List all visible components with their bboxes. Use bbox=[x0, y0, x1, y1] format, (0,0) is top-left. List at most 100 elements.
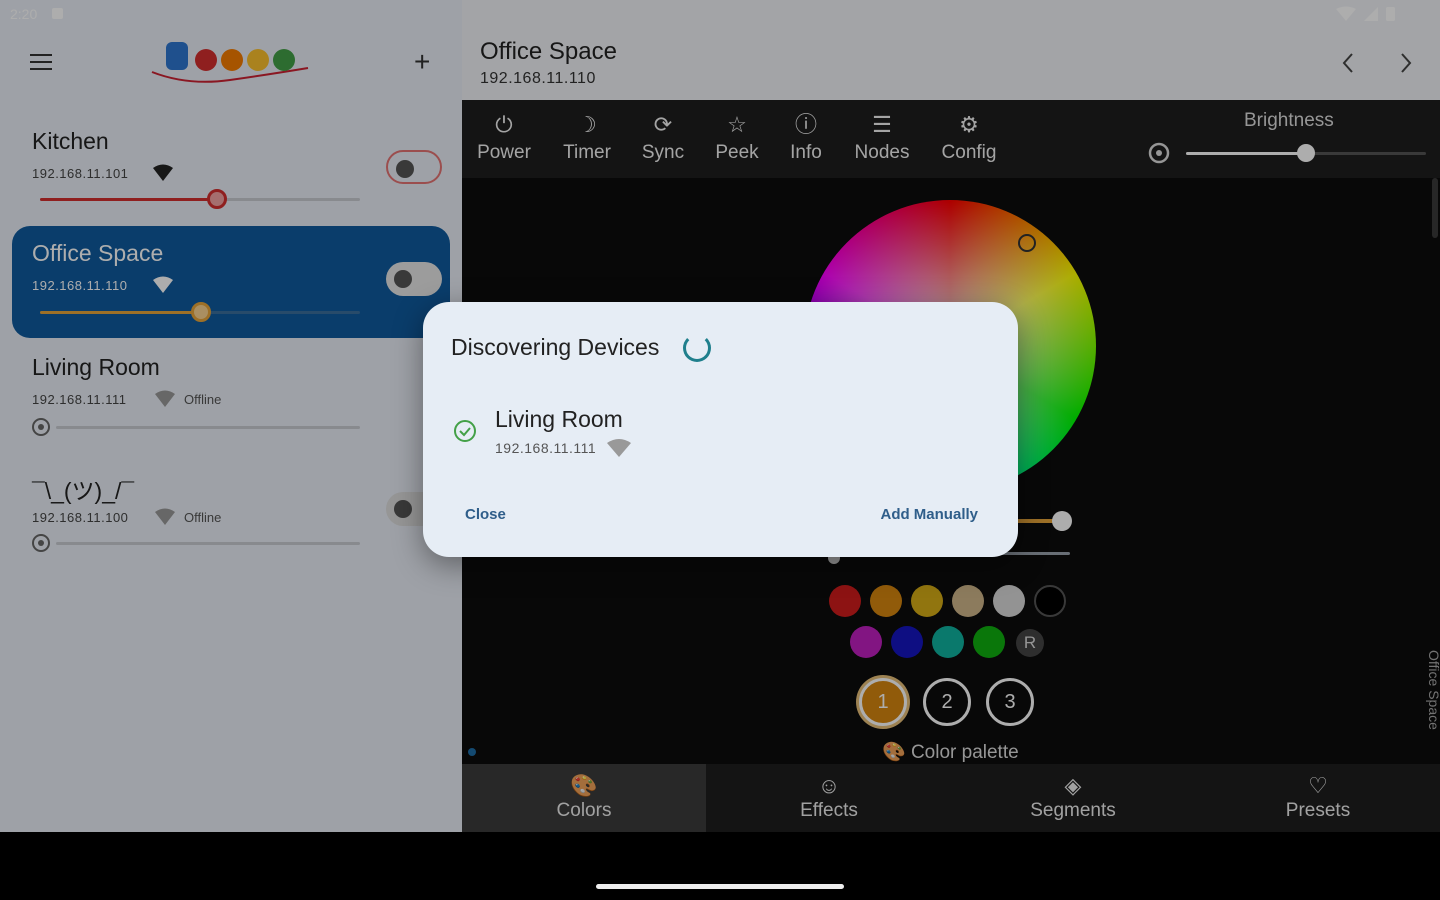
tab-effects[interactable]: ☺ Effects bbox=[707, 764, 951, 832]
star-icon: ☆ bbox=[727, 112, 747, 137]
tab-presets[interactable]: ♡ Presets bbox=[1196, 764, 1440, 832]
discovered-device-address: 192.168.11.111 bbox=[495, 440, 597, 456]
home-gesture-bar[interactable] bbox=[596, 884, 844, 889]
status-icons bbox=[1336, 6, 1395, 21]
dialog-title: Discovering Devices bbox=[451, 334, 660, 360]
color-slot-3[interactable]: 3 bbox=[986, 678, 1034, 726]
device-card-office-space[interactable]: Office Space 192.168.11.110 bbox=[12, 226, 450, 338]
menu-icon[interactable] bbox=[30, 54, 52, 72]
brightness-label: Brightness bbox=[1244, 110, 1334, 131]
segment-side-label: Office Space bbox=[1426, 650, 1440, 730]
color-swatch[interactable] bbox=[952, 585, 984, 617]
device-address: 192.168.11.100 bbox=[32, 510, 129, 525]
add-device-icon[interactable]: + bbox=[414, 48, 430, 76]
color-slot-2[interactable]: 2 bbox=[923, 678, 971, 726]
device-name: ¯\_(ツ)_/¯ bbox=[32, 478, 135, 504]
color-swatch[interactable] bbox=[829, 585, 861, 617]
gear-icon[interactable] bbox=[1146, 140, 1172, 166]
slider-thumb[interactable] bbox=[207, 189, 227, 209]
color-swatch[interactable] bbox=[993, 585, 1025, 617]
wled-logo bbox=[151, 42, 309, 83]
wifi-icon bbox=[153, 164, 173, 181]
discovery-dialog: Discovering Devices Living Room 192.168.… bbox=[423, 302, 1018, 557]
config-button[interactable]: ⚙ Config bbox=[940, 110, 998, 164]
nodes-button[interactable]: ☰ Nodes bbox=[852, 110, 912, 164]
slider-thumb[interactable] bbox=[1052, 511, 1072, 531]
device-card-living-room[interactable]: Living Room 192.168.11.111 Offline bbox=[12, 340, 450, 452]
loading-spinner-icon bbox=[683, 334, 711, 362]
color-swatch[interactable] bbox=[850, 626, 882, 658]
page-indicator bbox=[468, 748, 476, 756]
app-root: 2:20 + Kitchen 192.168.11.101 Office Spa… bbox=[0, 0, 1440, 900]
page-subtitle: 192.168.11.110 bbox=[480, 70, 596, 87]
left-header: + bbox=[0, 28, 462, 100]
tab-colors[interactable]: 🎨 Colors bbox=[462, 764, 706, 832]
color-palette-label[interactable]: 🎨 Color palette bbox=[882, 740, 1019, 764]
random-color-button[interactable]: R bbox=[1016, 629, 1044, 657]
power-icon: ⏻ bbox=[495, 112, 513, 137]
device-address: 192.168.11.111 bbox=[32, 392, 127, 407]
device-name: Office Space bbox=[32, 240, 164, 266]
device-address: 192.168.11.101 bbox=[32, 166, 129, 181]
device-card-kitchen[interactable]: Kitchen 192.168.11.101 bbox=[12, 114, 450, 226]
device-header: Office Space 192.168.11.110 bbox=[462, 0, 1440, 100]
wifi-off-icon bbox=[155, 508, 175, 525]
system-nav-bar bbox=[0, 832, 1440, 900]
color-swatch[interactable] bbox=[973, 626, 1005, 658]
sync-button[interactable]: ⟳ Sync bbox=[640, 110, 686, 164]
tab-segments[interactable]: ◈ Segments bbox=[951, 764, 1195, 832]
power-toggle[interactable] bbox=[386, 262, 442, 296]
color-picker-cursor[interactable] bbox=[1018, 234, 1036, 252]
status-bar: 2:20 bbox=[0, 0, 462, 28]
brightness-slider[interactable] bbox=[40, 189, 360, 209]
color-swatch[interactable] bbox=[932, 626, 964, 658]
color-swatch[interactable] bbox=[911, 585, 943, 617]
color-swatch[interactable] bbox=[870, 585, 902, 617]
offline-label: Offline bbox=[184, 392, 222, 407]
page-title: Office Space bbox=[480, 38, 617, 65]
color-swatch[interactable] bbox=[1034, 585, 1066, 617]
chevron-right-icon[interactable] bbox=[1396, 48, 1416, 78]
info-button[interactable]: ⓘ Info bbox=[788, 110, 824, 164]
close-button[interactable]: Close bbox=[465, 506, 506, 523]
palette-icon: 🎨 bbox=[882, 742, 906, 763]
gear-icon: ⚙ bbox=[959, 112, 979, 137]
add-manually-button[interactable]: Add Manually bbox=[880, 506, 978, 523]
sync-icon: ⟳ bbox=[653, 112, 673, 137]
scrollbar[interactable] bbox=[1432, 178, 1438, 238]
slider-thumb[interactable] bbox=[1297, 144, 1315, 162]
wifi-off-icon bbox=[155, 390, 175, 407]
top-toolbar: ⏻ Power ☽ Timer ⟳ Sync ☆ Peek ⓘ Info ☰ Nodes ⚙… bbox=[462, 100, 1440, 178]
layers-icon: ◈ bbox=[1064, 773, 1082, 798]
info-icon: ⓘ bbox=[794, 112, 817, 137]
list-icon: ☰ bbox=[872, 112, 892, 137]
power-toggle[interactable] bbox=[386, 150, 442, 184]
check-circle-icon bbox=[454, 420, 476, 442]
device-name: Kitchen bbox=[32, 128, 109, 154]
power-button[interactable]: ⏻ Power bbox=[476, 110, 532, 164]
notification-icon bbox=[52, 8, 63, 19]
wifi-off-icon bbox=[607, 439, 631, 457]
palette-icon: 🎨 bbox=[570, 773, 598, 798]
moon-icon: ☽ bbox=[577, 112, 597, 137]
brightness-slider[interactable] bbox=[1186, 144, 1426, 162]
device-card-shrug[interactable]: ¯\_(ツ)_/¯ 192.168.11.100 Offline bbox=[12, 458, 450, 570]
chevron-left-icon[interactable] bbox=[1338, 48, 1358, 78]
wifi-icon bbox=[153, 276, 173, 293]
gear-icon bbox=[32, 534, 50, 552]
color-slot-1[interactable]: 1 bbox=[859, 678, 907, 726]
bottom-tabs: 🎨 Colors ☺ Effects ◈ Segments ♡ Presets bbox=[462, 764, 1440, 832]
color-swatch[interactable] bbox=[891, 626, 923, 658]
device-list-pane: 2:20 + Kitchen 192.168.11.101 Office Spa… bbox=[0, 0, 462, 832]
brightness-slider[interactable] bbox=[40, 302, 360, 322]
brightness-slider bbox=[56, 426, 360, 429]
discovered-device-name[interactable]: Living Room bbox=[495, 406, 623, 433]
slider-thumb[interactable] bbox=[191, 302, 211, 322]
peek-button[interactable]: ☆ Peek bbox=[714, 110, 760, 164]
brightness-slider bbox=[56, 542, 360, 545]
smile-icon: ☺ bbox=[817, 773, 841, 798]
heart-icon: ♡ bbox=[1308, 773, 1328, 798]
timer-button[interactable]: ☽ Timer bbox=[560, 110, 614, 164]
offline-label: Offline bbox=[184, 510, 222, 525]
device-address: 192.168.11.110 bbox=[32, 278, 128, 293]
